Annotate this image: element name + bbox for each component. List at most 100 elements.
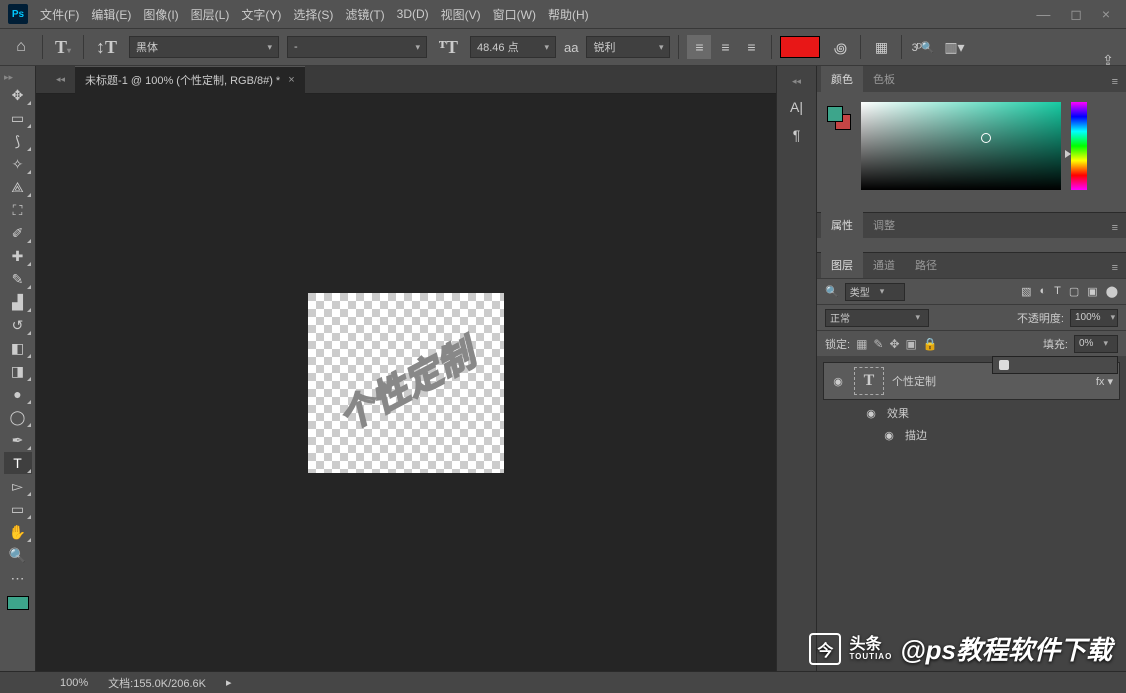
layer-thumb-type: T [854,367,884,395]
filter-pixel-icon[interactable]: ▧ [1021,285,1031,298]
warp-text-icon[interactable]: ꩜ [828,35,852,59]
hue-slider[interactable] [1071,102,1087,190]
tool-zoom[interactable]: 🔍 [4,544,32,566]
window-controls[interactable]: — ◻ × [1036,6,1118,23]
align-left-icon[interactable]: ≡ [687,35,711,59]
filter-kind-select[interactable]: 类型▾ [845,283,905,301]
grid-icon[interactable]: ▥▾ [942,35,966,59]
panel-menu-icon[interactable]: ≡ [1104,72,1126,92]
filter-toggle-icon[interactable]: ⬤ [1106,285,1118,298]
menu-layer[interactable]: 图层(L) [191,6,230,23]
font-family-select[interactable]: 黑体▾ [129,36,279,58]
tool-hand[interactable]: ✋ [4,521,32,543]
visibility-icon[interactable]: ◉ [863,407,879,420]
hsv-picker[interactable] [861,102,1061,190]
zoom-level[interactable]: 100% [60,677,88,689]
tool-shape[interactable]: ▭ [4,498,32,520]
tab-layers[interactable]: 图层 [821,252,863,278]
lock-all-icon[interactable]: 🔒 [923,337,938,351]
tab-swatches[interactable]: 色板 [863,66,905,92]
menu-3d[interactable]: 3D(D) [397,7,429,21]
visibility-icon[interactable]: ◉ [830,375,846,388]
tool-gradient[interactable]: ◨ [4,360,32,382]
panel-menu-icon[interactable]: ≡ [1104,258,1126,278]
tool-quick-select[interactable]: ✧ [4,153,32,175]
visibility-icon[interactable]: ◉ [881,429,897,442]
layers-list: ◉ T 个性定制 fx ▾ ◉ 效果 ◉ 描边 [817,356,1126,671]
tool-history-brush[interactable]: ↺ [4,314,32,336]
tool-frame[interactable]: ⛶ [4,199,32,221]
lock-transparent-icon[interactable]: ▦ [856,337,867,351]
fg-bg-swatch[interactable] [827,106,851,130]
blend-mode-select[interactable]: 正常▾ [825,309,929,327]
para-panel-icon[interactable]: ¶ [793,127,801,143]
font-size-select[interactable]: 48.46 点▾ [470,36,556,58]
menu-help[interactable]: 帮助(H) [548,6,589,23]
lock-position-icon[interactable]: ✥ [889,337,899,351]
menu-select[interactable]: 选择(S) [293,6,333,23]
canvas-text-layer: 个性定制 [328,325,483,440]
tool-dodge[interactable]: ◯ [4,406,32,428]
home-icon[interactable]: ⌂ [8,34,34,60]
tab-paths[interactable]: 路径 [905,252,947,278]
collapsed-panel-strip: ◂◂ A| ¶ [776,66,816,671]
panel-menu-icon[interactable]: ≡ [1104,218,1126,238]
type-tool-preset-icon[interactable]: T▾ [51,37,75,58]
tool-marquee[interactable]: ▭ [4,107,32,129]
filter-type-icon[interactable]: T [1054,285,1061,298]
tool-lasso[interactable]: ⟆ [4,130,32,152]
canvas[interactable]: 个性定制 [36,94,776,671]
lock-artboard-icon[interactable]: ▣ [906,337,917,351]
fx-row[interactable]: ◉ 效果 [817,402,1126,424]
menu-window[interactable]: 窗口(W) [493,6,536,23]
tool-crop[interactable]: ⟁ [4,176,32,198]
filter-adjust-icon[interactable]: ◐ [1039,285,1046,298]
tool-pen[interactable]: ✒ [4,429,32,451]
opacity-input[interactable]: 100%▾ [1070,309,1118,327]
aa-mode-select[interactable]: 锐利▾ [586,36,670,58]
layer-name: 个性定制 [892,373,936,389]
font-style-select[interactable]: -▾ [287,36,427,58]
text-color-swatch[interactable] [780,36,820,58]
tool-eraser[interactable]: ◧ [4,337,32,359]
close-tab-icon[interactable]: × [288,74,294,86]
tool-path-select[interactable]: ▻ [4,475,32,497]
document-tab[interactable]: 未标题-1 @ 100% (个性定制, RGB/8#) * × [75,66,305,94]
orientation-icon[interactable]: ↕T [92,37,121,58]
menu-view[interactable]: 视图(V) [441,6,481,23]
align-center-icon[interactable]: ≡ [713,35,737,59]
menu-type[interactable]: 文字(Y) [241,6,281,23]
tab-adjustments[interactable]: 调整 [863,212,905,238]
menu-file[interactable]: 文件(F) [40,6,79,23]
menu-filter[interactable]: 滤镜(T) [345,6,384,23]
tool-heal[interactable]: ✚ [4,245,32,267]
tool-type[interactable]: T [4,452,32,474]
fill-slider-popup[interactable] [992,356,1118,374]
watermark: 今 头条 TOUTIAO @ps教程软件下载 [809,630,1112,667]
toolbar-color-swatch[interactable] [7,596,29,610]
lock-paint-icon[interactable]: ✎ [873,337,883,351]
annotation-arrows [36,94,336,244]
fx-stroke-row[interactable]: ◉ 描边 [817,424,1126,446]
align-right-icon[interactable]: ≡ [739,35,763,59]
tab-properties[interactable]: 属性 [821,212,863,238]
tab-color[interactable]: 颜色 [821,66,863,92]
tool-more[interactable]: ⋯ [4,567,32,589]
filter-smart-icon[interactable]: ▣ [1087,285,1097,298]
tool-stamp[interactable]: ▟ [4,291,32,313]
char-panel-icon[interactable]: ▦ [869,35,893,59]
tool-brush[interactable]: ✎ [4,268,32,290]
status-chevron-icon[interactable]: ▸ [226,676,232,689]
fill-input[interactable]: 0%▾ [1074,335,1118,353]
tool-blur[interactable]: ● [4,383,32,405]
filter-shape-icon[interactable]: ▢ [1069,285,1079,298]
options-bar: ⌂ T▾ ↕T 黑体▾ -▾ ᵀT 48.46 点▾ aa 锐利▾ ≡ ≡ ≡ … [0,28,1126,66]
menu-image[interactable]: 图像(I) [143,6,178,23]
char-panel-icon[interactable]: A| [790,99,803,115]
menu-edit[interactable]: 编辑(E) [91,6,131,23]
3d-icon[interactable]: 3ᴰ🔍 [910,35,934,59]
tab-channels[interactable]: 通道 [863,252,905,278]
tool-eyedropper[interactable]: ✐ [4,222,32,244]
layer-fx-icon[interactable]: fx ▾ [1096,375,1113,388]
tool-move[interactable]: ✥ [4,84,32,106]
